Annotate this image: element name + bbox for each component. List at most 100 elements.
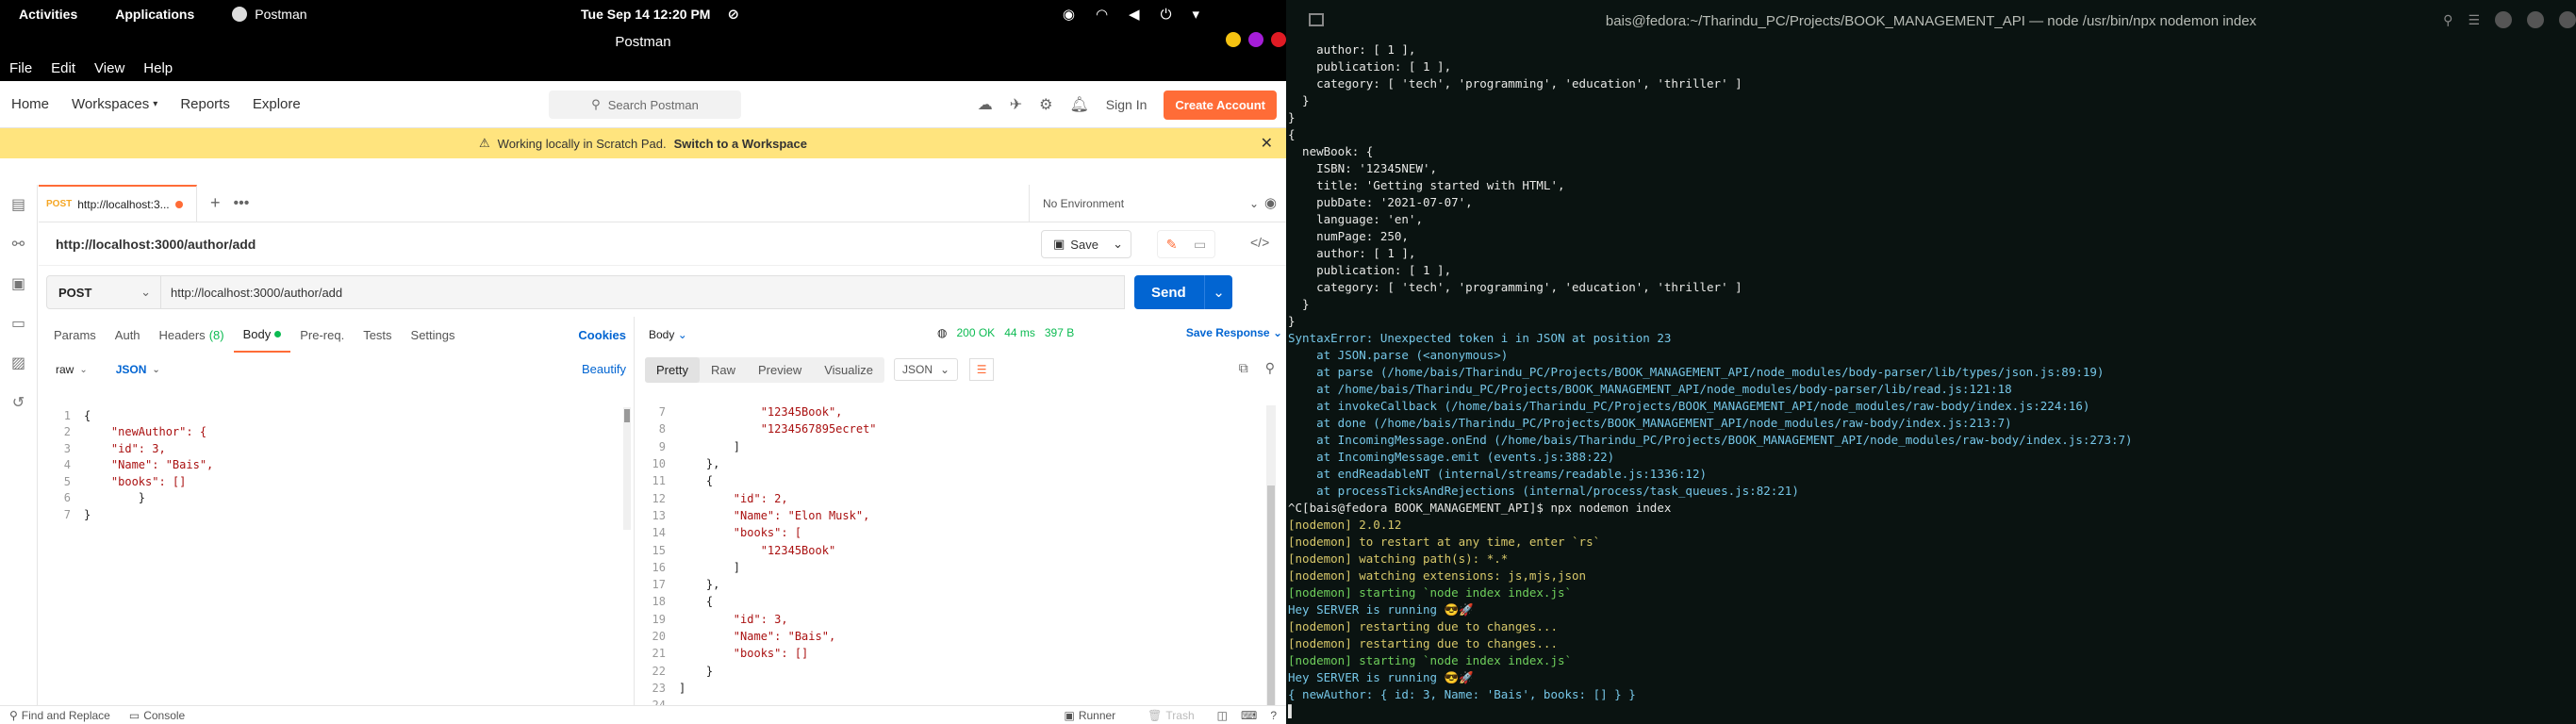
sign-in-link[interactable]: Sign In [1106, 97, 1148, 112]
search-icon[interactable]: ⚲ [1265, 360, 1275, 376]
applications-menu[interactable]: Applications [96, 7, 213, 22]
mock-servers-icon[interactable]: ▭ [0, 304, 37, 343]
chevron-down-icon: ⌄ [152, 364, 160, 375]
app-menu[interactable]: Postman [213, 7, 307, 22]
maximize-button[interactable] [2527, 11, 2544, 28]
body-format-select[interactable]: JSON ⌄ [108, 359, 168, 380]
console-button[interactable]: ▭ Console [120, 709, 194, 722]
wrap-lines-icon[interactable]: ☰ [969, 358, 995, 381]
mode-pretty[interactable]: Pretty [645, 356, 700, 383]
create-account-button[interactable]: Create Account [1164, 90, 1277, 120]
nav-reports[interactable]: Reports [169, 96, 241, 112]
runner-button[interactable]: ▣ Runner [1054, 709, 1125, 722]
comment-icon[interactable]: ▭ [1194, 237, 1206, 253]
find-replace-button[interactable]: ⚲ Find and Replace [0, 709, 120, 722]
mode-preview[interactable]: Preview [747, 357, 813, 383]
response-time[interactable]: 44 ms [1004, 326, 1035, 339]
pencil-icon[interactable]: ✎ [1166, 237, 1178, 253]
request-config-tabs: Params Auth Headers (8) Body Pre-req. Tes… [39, 317, 634, 353]
mode-raw[interactable]: Raw [700, 357, 747, 383]
response-format-select[interactable]: JSON ⌄ [894, 358, 959, 381]
wifi-icon: ◠ [1095, 7, 1109, 23]
eye-icon[interactable]: ◉ [1264, 194, 1277, 211]
save-button[interactable]: ▣ Save ⌄ [1041, 230, 1131, 258]
line-number: 2 [63, 425, 71, 439]
menu-edit[interactable]: Edit [41, 60, 85, 76]
trash-button[interactable]: 🗑︎ Trash [1138, 709, 1203, 722]
environment-select[interactable]: No Environment ⌄ [1029, 185, 1274, 222]
url-input[interactable]: http://localhost:3000/author/add [161, 275, 1125, 309]
tab-body[interactable]: Body [233, 317, 291, 353]
beautify-link[interactable]: Beautify [582, 362, 626, 376]
method-select[interactable]: POST ⌄ [46, 275, 161, 309]
mode-visualize[interactable]: Visualize [813, 357, 884, 383]
tab-settings[interactable]: Settings [402, 317, 465, 353]
request-scrollbar[interactable] [623, 407, 631, 530]
bell-icon[interactable]: 🔔︎ [1069, 95, 1088, 114]
response-body-viewer[interactable]: 7 "12345Book", 8 "1234567895ecret" 9 ] 1… [637, 403, 1260, 718]
request-tab[interactable]: POST http://localhost:3... [39, 184, 197, 222]
scrollbar-thumb[interactable] [1267, 485, 1275, 712]
hamburger-menu-icon[interactable]: ☰ [2468, 12, 2480, 28]
tab-params[interactable]: Params [44, 317, 106, 353]
settings-gear-icon[interactable]: ⚙ [1039, 95, 1052, 114]
tab-headers[interactable]: Headers (8) [150, 317, 234, 353]
two-pane-icon[interactable]: ◫ [1217, 709, 1228, 722]
more-tabs-icon[interactable]: ••• [234, 195, 250, 212]
apis-icon[interactable]: ⚯ [0, 224, 37, 264]
request-body-editor[interactable]: 1{ 2 "newAuthor": { 3 "id": 3, 4 "Name":… [48, 407, 625, 534]
response-scrollbar[interactable] [1266, 405, 1276, 715]
tab-tests[interactable]: Tests [354, 317, 401, 353]
copy-icon[interactable]: ⧉ [1239, 360, 1248, 376]
response-size[interactable]: 397 B [1045, 326, 1074, 339]
tab-prereq[interactable]: Pre-req. [290, 317, 354, 353]
close-window-button[interactable] [1271, 32, 1286, 47]
nav-home[interactable]: Home [0, 96, 60, 112]
send-button[interactable]: Send ⌄ [1134, 275, 1232, 309]
close-icon[interactable]: ✕ [1261, 134, 1273, 153]
send-options-chevron-icon[interactable]: ⌄ [1204, 275, 1232, 309]
terminal-output[interactable]: author: [ 1 ], publication: [ 1 ], categ… [1288, 41, 2570, 720]
nav-explore[interactable]: Explore [241, 96, 312, 112]
system-tray[interactable]: ◉ ◠ ◀ ⏻ ▾ [1063, 0, 1199, 28]
scratch-pad-banner: ⚠ Working locally in Scratch Pad. Switch… [0, 128, 1286, 158]
tab-auth[interactable]: Auth [106, 317, 150, 353]
collections-icon[interactable]: ▤ [0, 185, 37, 224]
history-icon[interactable]: ↺ [0, 383, 37, 422]
environment-label: No Environment [1043, 197, 1125, 210]
help-icon[interactable]: ? [1270, 709, 1277, 722]
edit-actions[interactable]: ✎ ▭ [1157, 230, 1215, 258]
scrollbar-thumb[interactable] [624, 409, 630, 422]
new-tab-button[interactable]: + [197, 193, 234, 213]
maximize-button[interactable] [1248, 32, 1263, 47]
minimize-button[interactable] [2495, 11, 2512, 28]
menu-file[interactable]: File [0, 60, 41, 76]
satellite-icon[interactable]: ✈ [1010, 95, 1022, 114]
menu-help[interactable]: Help [134, 60, 182, 76]
close-window-button[interactable] [2559, 11, 2576, 28]
switch-workspace-link[interactable]: Switch to a Workspace [674, 137, 807, 151]
search-icon[interactable]: ⚲ [2443, 12, 2452, 28]
new-tab-icon[interactable] [1309, 13, 1324, 26]
save-response-button[interactable]: Save Response ⌄ [1186, 326, 1282, 339]
terminal-line: Hey SERVER is running 😎🚀 [1288, 602, 1474, 617]
request-title[interactable]: http://localhost:3000/author/add [56, 237, 256, 252]
menu-view[interactable]: View [85, 60, 134, 76]
status-bar-right: ▣ Runner 🗑︎ Trash ◫ ⌨ ? [1054, 709, 1277, 722]
activities-button[interactable]: Activities [0, 7, 96, 22]
cookies-link[interactable]: Cookies [578, 328, 626, 342]
body-mode-select[interactable]: raw ⌄ [48, 359, 95, 380]
response-body-select[interactable]: Body ⌄ [649, 328, 687, 341]
keyboard-icon[interactable]: ⌨ [1241, 709, 1257, 722]
monitors-icon[interactable]: ▨ [0, 343, 37, 383]
clock[interactable]: Tue Sep 14 12:20 PM ⊘ [581, 0, 739, 28]
search-input[interactable]: ⚲ Search Postman [549, 90, 741, 119]
terminal-line: Hey SERVER is running 😎🚀 [1288, 670, 1474, 684]
nav-workspaces[interactable]: Workspaces ▾ [60, 96, 169, 112]
status-code[interactable]: 200 OK [956, 326, 995, 339]
environments-icon[interactable]: ▣ [0, 264, 37, 304]
code-text: "Name": "Elon Musk", [679, 508, 870, 522]
sync-cloud-icon[interactable]: ☁ [978, 95, 993, 114]
code-icon[interactable]: </> [1250, 235, 1269, 250]
minimize-button[interactable] [1226, 32, 1241, 47]
